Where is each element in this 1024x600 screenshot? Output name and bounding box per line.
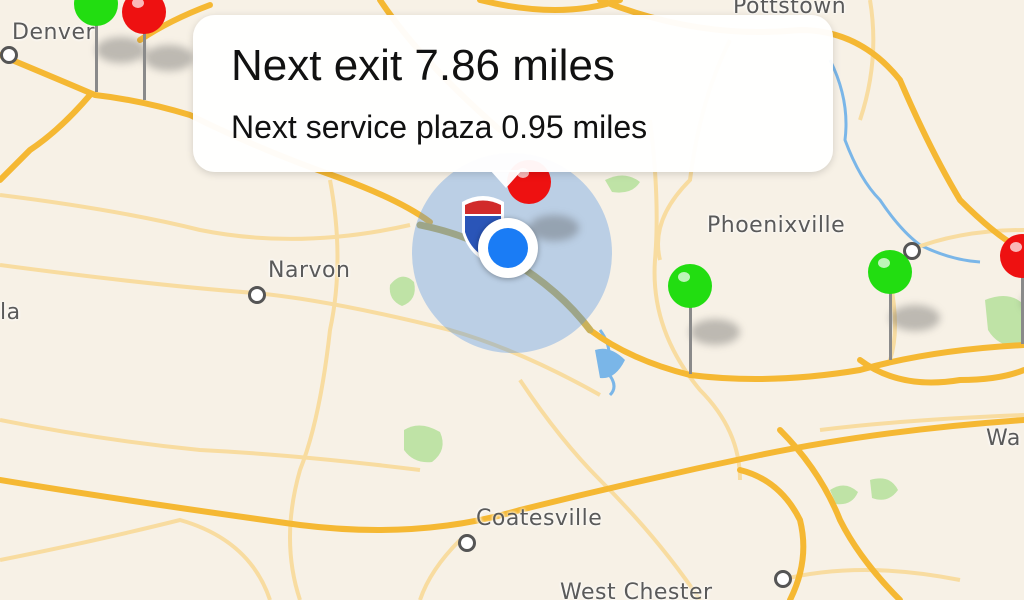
place-label-wa: Wa xyxy=(986,426,1021,451)
park-area xyxy=(605,175,640,193)
place-label-la: la xyxy=(0,300,21,325)
callout-pointer xyxy=(490,170,522,188)
next-exit-distance: Next exit 7.86 miles xyxy=(231,41,615,90)
red-map-pin[interactable] xyxy=(1000,234,1024,354)
lake xyxy=(595,348,625,379)
place-label-narvon: Narvon xyxy=(268,258,351,283)
green-map-pin[interactable] xyxy=(74,0,146,102)
park-area xyxy=(404,425,443,463)
place-label-west-chester: West Chester xyxy=(560,580,713,600)
green-map-pin[interactable] xyxy=(868,250,940,370)
place-label-phoenixville: Phoenixville xyxy=(707,213,846,238)
red-map-pin[interactable] xyxy=(122,0,194,110)
town-dot xyxy=(248,286,266,304)
info-callout[interactable]: Next exit 7.86 miles Next service plaza … xyxy=(193,15,833,172)
next-service-plaza-distance: Next service plaza 0.95 miles xyxy=(231,109,648,145)
park-area xyxy=(870,478,898,500)
park-area xyxy=(389,276,415,306)
place-label-coatesville: Coatesville xyxy=(476,506,603,531)
green-map-pin[interactable] xyxy=(668,264,740,384)
town-dot xyxy=(0,46,18,64)
map-view[interactable]: Denver Pottstown Phoenixville Narvon la … xyxy=(0,0,1024,600)
town-dot xyxy=(774,570,792,588)
town-dot xyxy=(458,534,476,552)
current-location-dot[interactable] xyxy=(478,218,538,278)
